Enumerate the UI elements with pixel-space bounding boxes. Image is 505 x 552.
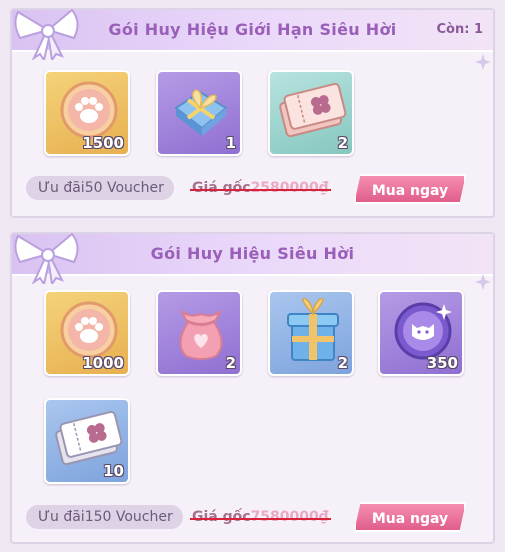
sparkle-icon bbox=[475, 274, 491, 290]
original-price-label: Giá gốc bbox=[192, 509, 251, 525]
item-quantity: 350 bbox=[426, 354, 458, 372]
item-quantity: 2 bbox=[225, 354, 236, 372]
reward-slot[interactable]: 2 bbox=[156, 290, 242, 376]
item-quantity: 2 bbox=[337, 354, 348, 372]
reward-slot[interactable]: 1000 bbox=[44, 290, 130, 376]
original-price-value: 2580000₫ bbox=[250, 180, 329, 196]
original-price-value: 7580000₫ bbox=[250, 509, 329, 525]
ribbon-bow-icon bbox=[14, 8, 79, 60]
original-price-label: Giá gốc bbox=[192, 180, 251, 196]
reward-slot[interactable]: 1 bbox=[156, 70, 242, 156]
item-quantity: 10 bbox=[103, 462, 124, 480]
reward-slot[interactable]: 1500 bbox=[44, 70, 130, 156]
buy-now-button[interactable]: Mua ngay bbox=[354, 502, 466, 532]
original-price: Giá gốc2580000₫ bbox=[190, 180, 331, 196]
strikethrough-line bbox=[190, 189, 331, 191]
buy-now-button[interactable]: Mua ngay bbox=[354, 174, 466, 204]
remaining-count: Còn: 1 bbox=[436, 22, 484, 37]
strikethrough-line bbox=[190, 518, 331, 520]
pack-header: Gói Huy Hiệu Siêu Hời bbox=[12, 234, 493, 276]
voucher-badge: Ưu đãi150 Voucher bbox=[26, 505, 183, 529]
reward-slot[interactable]: 2 bbox=[268, 290, 354, 376]
pack-title: Gói Huy Hiệu Giới Hạn Siêu Hời bbox=[108, 20, 397, 39]
voucher-badge: Ưu đãi50 Voucher bbox=[26, 176, 174, 200]
item-quantity: 1000 bbox=[82, 354, 124, 372]
item-quantity: 1500 bbox=[82, 134, 124, 152]
pack-header: Gói Huy Hiệu Giới Hạn Siêu Hời Còn: 1 bbox=[12, 10, 493, 52]
item-quantity: 2 bbox=[337, 134, 348, 152]
item-quantity: 1 bbox=[225, 134, 236, 152]
reward-slot[interactable]: 10 bbox=[44, 398, 130, 484]
original-price: Giá gốc7580000₫ bbox=[190, 509, 331, 525]
sparkle-icon bbox=[475, 54, 491, 70]
super-deal-pack-card: Gói Huy Hiệu Siêu Hời 1000 2 2 350 10 Ưu… bbox=[10, 232, 495, 544]
reward-slot[interactable]: 2 bbox=[268, 70, 354, 156]
limited-pack-card: Gói Huy Hiệu Giới Hạn Siêu Hời Còn: 1 15… bbox=[10, 8, 495, 218]
reward-slot[interactable]: 350 bbox=[378, 290, 464, 376]
ribbon-bow-icon bbox=[14, 232, 79, 284]
pack-title: Gói Huy Hiệu Siêu Hời bbox=[150, 244, 355, 263]
